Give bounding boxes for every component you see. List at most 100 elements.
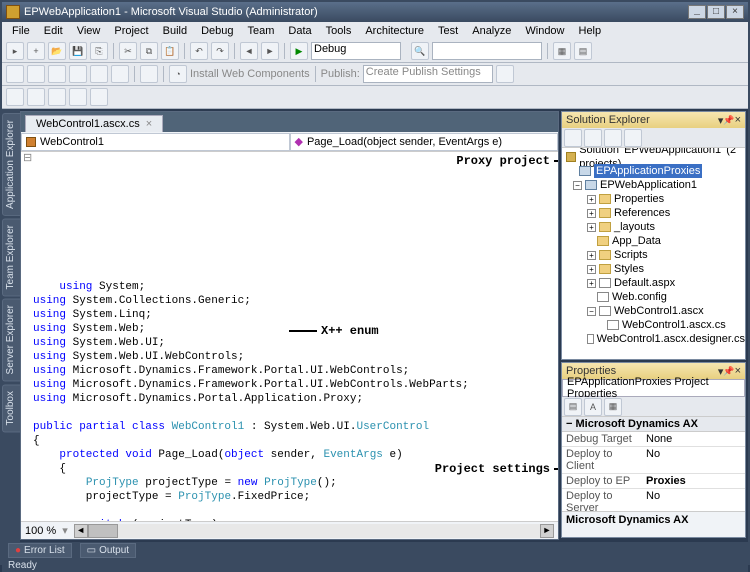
menu-architecture[interactable]: Architecture xyxy=(359,24,430,38)
pin-icon[interactable]: 📌 xyxy=(723,366,734,377)
prop-value[interactable]: None xyxy=(642,432,745,446)
prop-value[interactable]: No xyxy=(642,489,745,511)
tab-error-list[interactable]: ●Error List xyxy=(8,543,72,558)
save-all-icon[interactable]: ⎘ xyxy=(90,42,108,60)
tool-icon[interactable] xyxy=(6,65,24,83)
tool-icon[interactable] xyxy=(48,65,66,83)
copy-icon[interactable]: ⧉ xyxy=(140,42,158,60)
prop-value[interactable]: Proxies xyxy=(642,474,745,488)
tree-file[interactable]: Default.aspx xyxy=(614,276,675,290)
tool-icon[interactable]: ▦ xyxy=(553,42,571,60)
paste-icon[interactable]: 📋 xyxy=(161,42,179,60)
tree-node[interactable]: Properties xyxy=(614,192,664,206)
tree-node[interactable]: Styles xyxy=(614,262,644,276)
add-item-icon[interactable]: + xyxy=(27,42,45,60)
close-panel-icon[interactable]: × xyxy=(735,114,741,126)
menu-tools[interactable]: Tools xyxy=(320,24,358,38)
zoom-label[interactable]: 100 % xyxy=(25,525,56,537)
tool-icon[interactable] xyxy=(140,65,158,83)
tree-file[interactable]: WebControl1.ascx.cs xyxy=(622,318,726,332)
redo-icon[interactable]: ↷ xyxy=(211,42,229,60)
expand-icon[interactable]: + xyxy=(587,223,596,232)
undo-icon[interactable]: ↶ xyxy=(190,42,208,60)
properties-object-combo[interactable]: EPApplicationProxies Project Properties xyxy=(562,379,745,397)
scroll-thumb[interactable] xyxy=(88,524,118,538)
menu-project[interactable]: Project xyxy=(108,24,154,38)
new-project-icon[interactable]: ▸ xyxy=(6,42,24,60)
menu-test[interactable]: Test xyxy=(432,24,464,38)
find-combo[interactable] xyxy=(432,42,542,60)
tool-icon[interactable] xyxy=(111,65,129,83)
tree-node[interactable]: _layouts xyxy=(614,220,655,234)
maximize-button[interactable]: □ xyxy=(707,5,725,19)
save-icon[interactable]: 💾 xyxy=(69,42,87,60)
expand-icon[interactable]: − xyxy=(573,181,582,190)
tool-icon[interactable] xyxy=(27,65,45,83)
nav-back-icon[interactable]: ◄ xyxy=(240,42,258,60)
tool-icon[interactable] xyxy=(69,65,87,83)
property-pages-icon[interactable]: ▦ xyxy=(604,398,622,416)
tool-icon[interactable] xyxy=(69,88,87,106)
properties-grid[interactable]: − Microsoft Dynamics AX Debug TargetNone… xyxy=(562,417,745,511)
tree-file[interactable]: WebControl1.ascx xyxy=(614,304,704,318)
menu-debug[interactable]: Debug xyxy=(195,24,239,38)
publish-icon[interactable] xyxy=(496,65,514,83)
install-web-label[interactable]: Install Web Components xyxy=(190,68,310,80)
prop-value[interactable]: No xyxy=(642,447,745,473)
publish-combo[interactable]: Create Publish Settings xyxy=(363,65,493,83)
tool-icon[interactable]: ▤ xyxy=(574,42,592,60)
minimize-button[interactable]: _ xyxy=(688,5,706,19)
alphabetical-icon[interactable]: A xyxy=(584,398,602,416)
tree-node[interactable]: References xyxy=(614,206,670,220)
member-combo[interactable]: ◆ Page_Load(object sender, EventArgs e) xyxy=(290,133,559,151)
menu-build[interactable]: Build xyxy=(157,24,193,38)
tool-icon[interactable] xyxy=(90,88,108,106)
class-combo[interactable]: WebControl1 xyxy=(21,133,290,151)
tool-icon[interactable] xyxy=(48,88,66,106)
tab-toolbox[interactable]: Toolbox xyxy=(2,384,20,432)
scroll-right-icon[interactable]: ► xyxy=(540,524,554,538)
menu-team[interactable]: Team xyxy=(242,24,281,38)
menu-data[interactable]: Data xyxy=(282,24,317,38)
menu-view[interactable]: View xyxy=(71,24,107,38)
refresh-icon[interactable] xyxy=(604,129,622,147)
menu-analyze[interactable]: Analyze xyxy=(466,24,517,38)
menu-help[interactable]: Help xyxy=(573,24,608,38)
nav-fwd-icon[interactable]: ► xyxy=(261,42,279,60)
tab-output[interactable]: ▭Output xyxy=(80,543,136,558)
find-icon[interactable]: 🔍 xyxy=(411,42,429,60)
tree-node[interactable]: Scripts xyxy=(614,248,648,262)
expand-icon[interactable]: + xyxy=(587,209,596,218)
menu-edit[interactable]: Edit xyxy=(38,24,69,38)
tool-icon[interactable] xyxy=(6,88,24,106)
start-debug-icon[interactable]: ▶ xyxy=(290,42,308,60)
tree-node[interactable]: App_Data xyxy=(612,234,661,248)
tab-team-explorer[interactable]: Team Explorer xyxy=(2,218,20,296)
tool-icon[interactable] xyxy=(27,88,45,106)
horizontal-scrollbar[interactable]: ◄ ► xyxy=(74,524,554,538)
expand-icon[interactable]: + xyxy=(587,251,596,260)
collapse-icon[interactable]: − xyxy=(566,418,572,430)
project-proxies[interactable]: EPApplicationProxies xyxy=(594,164,702,178)
open-icon[interactable]: 📂 xyxy=(48,42,66,60)
menu-file[interactable]: File xyxy=(6,24,36,38)
scroll-left-icon[interactable]: ◄ xyxy=(74,524,88,538)
code-editor[interactable]: Proxy project X++ enum Project settings … xyxy=(21,152,558,521)
view-code-icon[interactable] xyxy=(624,129,642,147)
tree-file[interactable]: Web.config xyxy=(612,290,667,304)
menu-window[interactable]: Window xyxy=(519,24,570,38)
close-button[interactable]: × xyxy=(726,5,744,19)
categorized-icon[interactable]: ▤ xyxy=(564,398,582,416)
cut-icon[interactable]: ✂ xyxy=(119,42,137,60)
config-combo[interactable]: Debug xyxy=(311,42,401,60)
pin-icon[interactable]: 📌 xyxy=(723,115,734,126)
tree-file[interactable]: WebControl1.ascx.designer.cs xyxy=(597,332,745,346)
project-webapp[interactable]: EPWebApplication1 xyxy=(600,178,697,192)
expand-icon[interactable]: − xyxy=(587,307,596,316)
show-all-icon[interactable] xyxy=(584,129,602,147)
expand-icon[interactable]: + xyxy=(587,279,596,288)
doc-tab-active[interactable]: WebControl1.ascx.cs × xyxy=(25,115,163,132)
tool-icon[interactable] xyxy=(90,65,108,83)
expand-icon[interactable]: + xyxy=(587,195,596,204)
tab-server-explorer[interactable]: Server Explorer xyxy=(2,298,20,381)
